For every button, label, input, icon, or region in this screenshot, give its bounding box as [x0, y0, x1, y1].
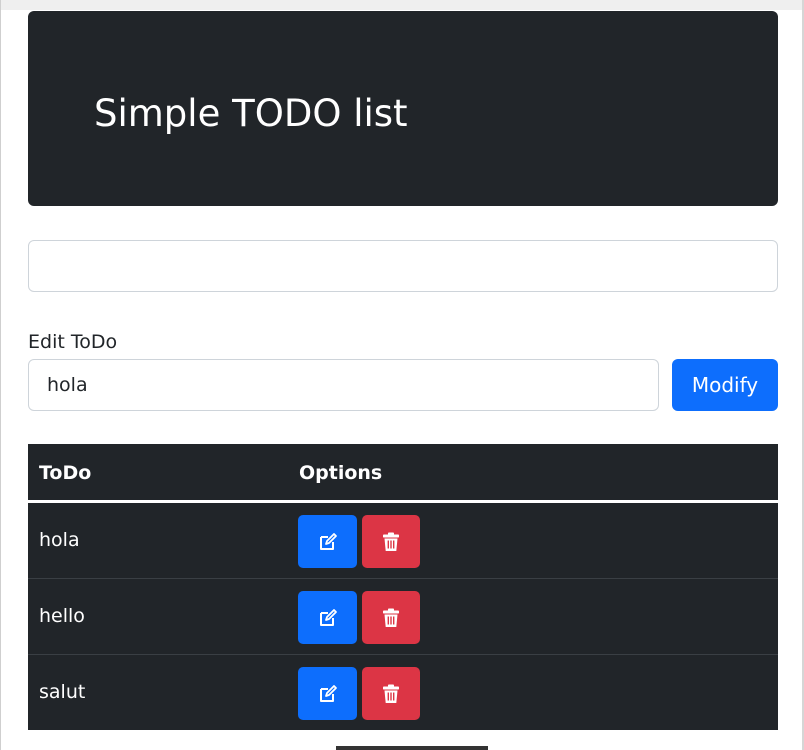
delete-button[interactable] — [362, 667, 420, 720]
edit-button[interactable] — [298, 667, 357, 720]
new-todo-input[interactable] — [28, 240, 778, 292]
window-left-edge — [0, 0, 1, 750]
delete-button[interactable] — [362, 591, 420, 644]
edit-icon — [319, 532, 337, 550]
delete-button[interactable] — [362, 515, 420, 568]
edit-button[interactable] — [298, 515, 357, 568]
table-body: hola hello salut — [28, 503, 778, 730]
column-header-todo: ToDo — [39, 462, 92, 484]
table-row: hello — [28, 578, 778, 654]
todo-text: hola — [39, 529, 80, 551]
todo-table: ToDo Options hola hello salut — [28, 444, 778, 730]
edit-button[interactable] — [298, 591, 357, 644]
modify-button[interactable]: Modify — [672, 359, 778, 411]
table-header: ToDo Options — [28, 444, 778, 503]
table-row: hola — [28, 503, 778, 578]
edit-icon — [319, 608, 337, 626]
edit-todo-input[interactable] — [28, 359, 659, 411]
todo-text: hello — [39, 605, 85, 627]
edit-icon — [319, 684, 337, 702]
scroll-indicator — [336, 746, 488, 750]
trash-icon — [383, 684, 399, 703]
edit-todo-label: Edit ToDo — [28, 331, 118, 353]
page-title: Simple TODO list — [94, 92, 408, 135]
column-header-options: Options — [299, 462, 383, 484]
window-top-bar — [0, 0, 804, 10]
todo-text: salut — [39, 681, 86, 703]
trash-icon — [383, 532, 399, 551]
page-header: Simple TODO list — [28, 11, 778, 206]
trash-icon — [383, 608, 399, 627]
table-row: salut — [28, 654, 778, 730]
